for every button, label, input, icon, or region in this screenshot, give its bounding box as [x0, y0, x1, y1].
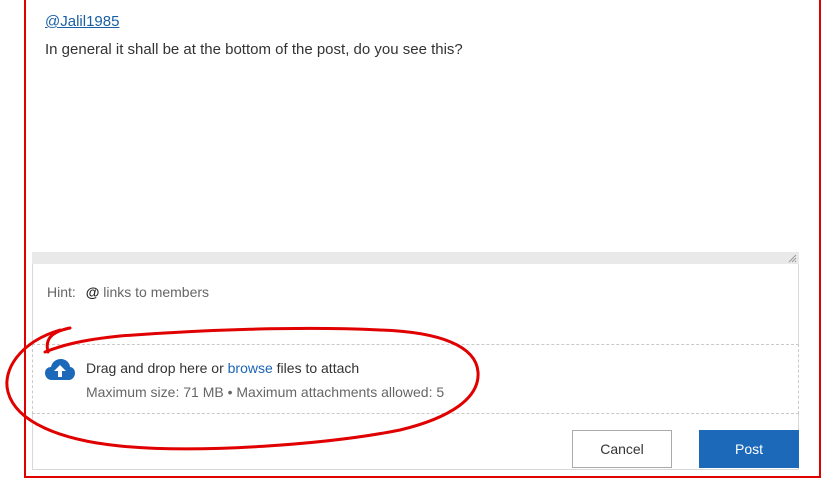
browse-link[interactable]: browse: [228, 360, 273, 376]
attachment-dropzone[interactable]: Drag and drop here or browse files to at…: [32, 344, 799, 414]
hint-label: Hint:: [47, 284, 76, 300]
editor-resize-bar: [32, 252, 799, 264]
message-editor[interactable]: [32, 0, 799, 252]
cloud-upload-icon: [45, 359, 75, 380]
dropzone-instruction: Drag and drop here or browse files to at…: [86, 360, 359, 376]
dropzone-text-end: files to attach: [272, 360, 360, 376]
hint-description: links to members: [103, 284, 210, 300]
mention-link[interactable]: @Jalil1985: [45, 13, 119, 30]
hint-text: Hint: @ links to members: [47, 284, 209, 300]
resize-handle-icon[interactable]: [787, 253, 797, 263]
cancel-button[interactable]: Cancel: [572, 430, 672, 468]
dropzone-text-start: Drag and drop here or: [86, 360, 228, 376]
dropzone-limits: Maximum size: 71 MB • Maximum attachment…: [86, 384, 445, 400]
message-text[interactable]: In general it shall be at the bottom of …: [45, 41, 463, 58]
at-symbol: @: [85, 284, 100, 300]
post-button[interactable]: Post: [699, 430, 799, 468]
